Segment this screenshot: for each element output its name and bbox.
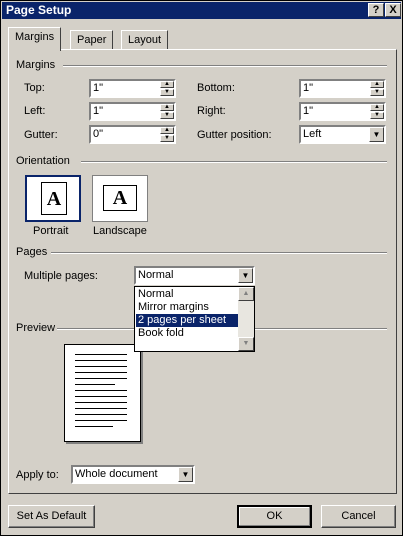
dropdown-option-normal[interactable]: Normal xyxy=(136,288,239,301)
right-label: Right: xyxy=(197,105,226,117)
margins-divider xyxy=(63,65,387,67)
landscape-label: Landscape xyxy=(93,225,147,237)
dropdown-option-book-fold[interactable]: Book fold xyxy=(136,327,239,340)
multiple-pages-value: Normal xyxy=(138,269,174,281)
landscape-page-icon: A xyxy=(103,185,137,211)
chevron-down-icon[interactable]: ▼ xyxy=(178,467,193,482)
gutter-position-select[interactable]: Left ▼ xyxy=(299,125,386,144)
multiple-pages-select[interactable]: Normal ▼ xyxy=(134,266,255,285)
orientation-group-label: Orientation xyxy=(16,155,70,167)
window-title: Page Setup xyxy=(6,3,72,17)
page-setup-dialog: Page Setup ? X Margins Paper Layout Marg… xyxy=(0,0,403,536)
preview-text-line xyxy=(75,384,115,385)
spin-down-icon[interactable]: ▼ xyxy=(370,112,384,119)
tab-paper-label: Paper xyxy=(77,34,107,46)
preview-text-line xyxy=(75,378,127,379)
preview-text-line xyxy=(75,426,113,427)
preview-text-line xyxy=(75,360,127,361)
spin-down-icon[interactable]: ▼ xyxy=(160,135,174,142)
apply-to-value: Whole document xyxy=(75,468,158,480)
preview-text-line xyxy=(75,366,127,367)
landscape-button[interactable]: A xyxy=(92,175,148,222)
preview-text-line xyxy=(75,408,127,409)
spin-up-icon[interactable]: ▲ xyxy=(160,104,174,111)
gutter-spinner[interactable]: 0" ▲ ▼ xyxy=(89,125,176,144)
dropdown-option-2-pages-per-sheet[interactable]: 2 pages per sheet xyxy=(135,313,240,328)
spin-down-icon[interactable]: ▼ xyxy=(160,89,174,96)
preview-page xyxy=(64,344,141,442)
left-margin-spinner[interactable]: 1" ▲ ▼ xyxy=(89,102,176,121)
spin-down-icon[interactable]: ▼ xyxy=(160,112,174,119)
cancel-label: Cancel xyxy=(341,510,376,522)
right-margin-value: 1" xyxy=(303,105,314,117)
preview-text-line xyxy=(75,420,127,421)
close-button[interactable]: X xyxy=(385,3,401,17)
spin-up-icon[interactable]: ▲ xyxy=(370,81,384,88)
gutter-position-value: Left xyxy=(303,128,322,140)
tab-margins-label: Margins xyxy=(15,31,55,43)
gutter-value: 0" xyxy=(93,128,104,140)
preview-text-line xyxy=(75,414,127,415)
dropdown-scrollbar[interactable]: ▲ ▼ xyxy=(238,287,254,351)
preview-text-line xyxy=(75,390,127,391)
spin-up-icon[interactable]: ▲ xyxy=(370,104,384,111)
preview-text-line xyxy=(75,372,127,373)
set-as-default-button[interactable]: Set As Default xyxy=(8,505,95,528)
spin-down-icon[interactable]: ▼ xyxy=(370,89,384,96)
gutter-label: Gutter: xyxy=(24,129,58,141)
spin-up-icon[interactable]: ▲ xyxy=(160,81,174,88)
pages-group-label: Pages xyxy=(16,246,48,258)
tab-layout-label: Layout xyxy=(128,34,162,46)
portrait-label: Portrait xyxy=(33,225,69,237)
bottom-label: Bottom: xyxy=(197,82,235,94)
multiple-pages-label: Multiple pages: xyxy=(24,270,98,282)
gutter-position-label: Gutter position: xyxy=(197,129,272,141)
preview-divider-left xyxy=(57,328,134,330)
tab-layout[interactable]: Layout xyxy=(121,30,169,50)
left-label: Left: xyxy=(24,105,46,117)
pages-divider xyxy=(51,252,387,254)
left-margin-value: 1" xyxy=(93,105,104,117)
tab-paper[interactable]: Paper xyxy=(70,30,114,50)
apply-to-select[interactable]: Whole document ▼ xyxy=(71,465,195,484)
top-label: Top: xyxy=(24,82,45,94)
portrait-page-icon: A xyxy=(41,182,67,215)
top-margin-spinner[interactable]: 1" ▲ ▼ xyxy=(89,79,176,98)
tab-margins[interactable]: Margins xyxy=(8,27,62,51)
preview-text-line xyxy=(75,354,127,355)
orientation-divider xyxy=(81,161,387,163)
help-button[interactable]: ? xyxy=(368,3,384,17)
dropdown-option-mirror-margins[interactable]: Mirror margins xyxy=(136,301,239,314)
apply-to-label: Apply to: xyxy=(16,469,59,481)
margins-group-label: Margins xyxy=(16,59,56,71)
title-bar[interactable]: Page Setup ? X xyxy=(2,2,401,19)
right-margin-spinner[interactable]: 1" ▲ ▼ xyxy=(299,102,386,121)
scroll-down-icon[interactable]: ▼ xyxy=(238,337,254,351)
preview-text-line xyxy=(75,402,127,403)
chevron-down-icon[interactable]: ▼ xyxy=(238,268,253,283)
bottom-margin-value: 1" xyxy=(303,82,314,94)
chevron-down-icon[interactable]: ▼ xyxy=(369,127,384,142)
scroll-up-icon[interactable]: ▲ xyxy=(238,287,254,301)
cancel-button[interactable]: Cancel xyxy=(321,505,396,528)
bottom-margin-spinner[interactable]: 1" ▲ ▼ xyxy=(299,79,386,98)
portrait-button[interactable]: A xyxy=(25,175,81,222)
preview-divider-right xyxy=(255,328,387,330)
spin-up-icon[interactable]: ▲ xyxy=(160,127,174,134)
multiple-pages-dropdown: Normal Mirror margins 2 pages per sheet … xyxy=(134,286,255,352)
top-margin-value: 1" xyxy=(93,82,104,94)
ok-button[interactable]: OK xyxy=(237,505,312,528)
preview-text-line xyxy=(75,396,127,397)
preview-group-label: Preview xyxy=(16,322,56,334)
set-as-default-label: Set As Default xyxy=(16,510,87,522)
ok-label: OK xyxy=(266,510,283,522)
